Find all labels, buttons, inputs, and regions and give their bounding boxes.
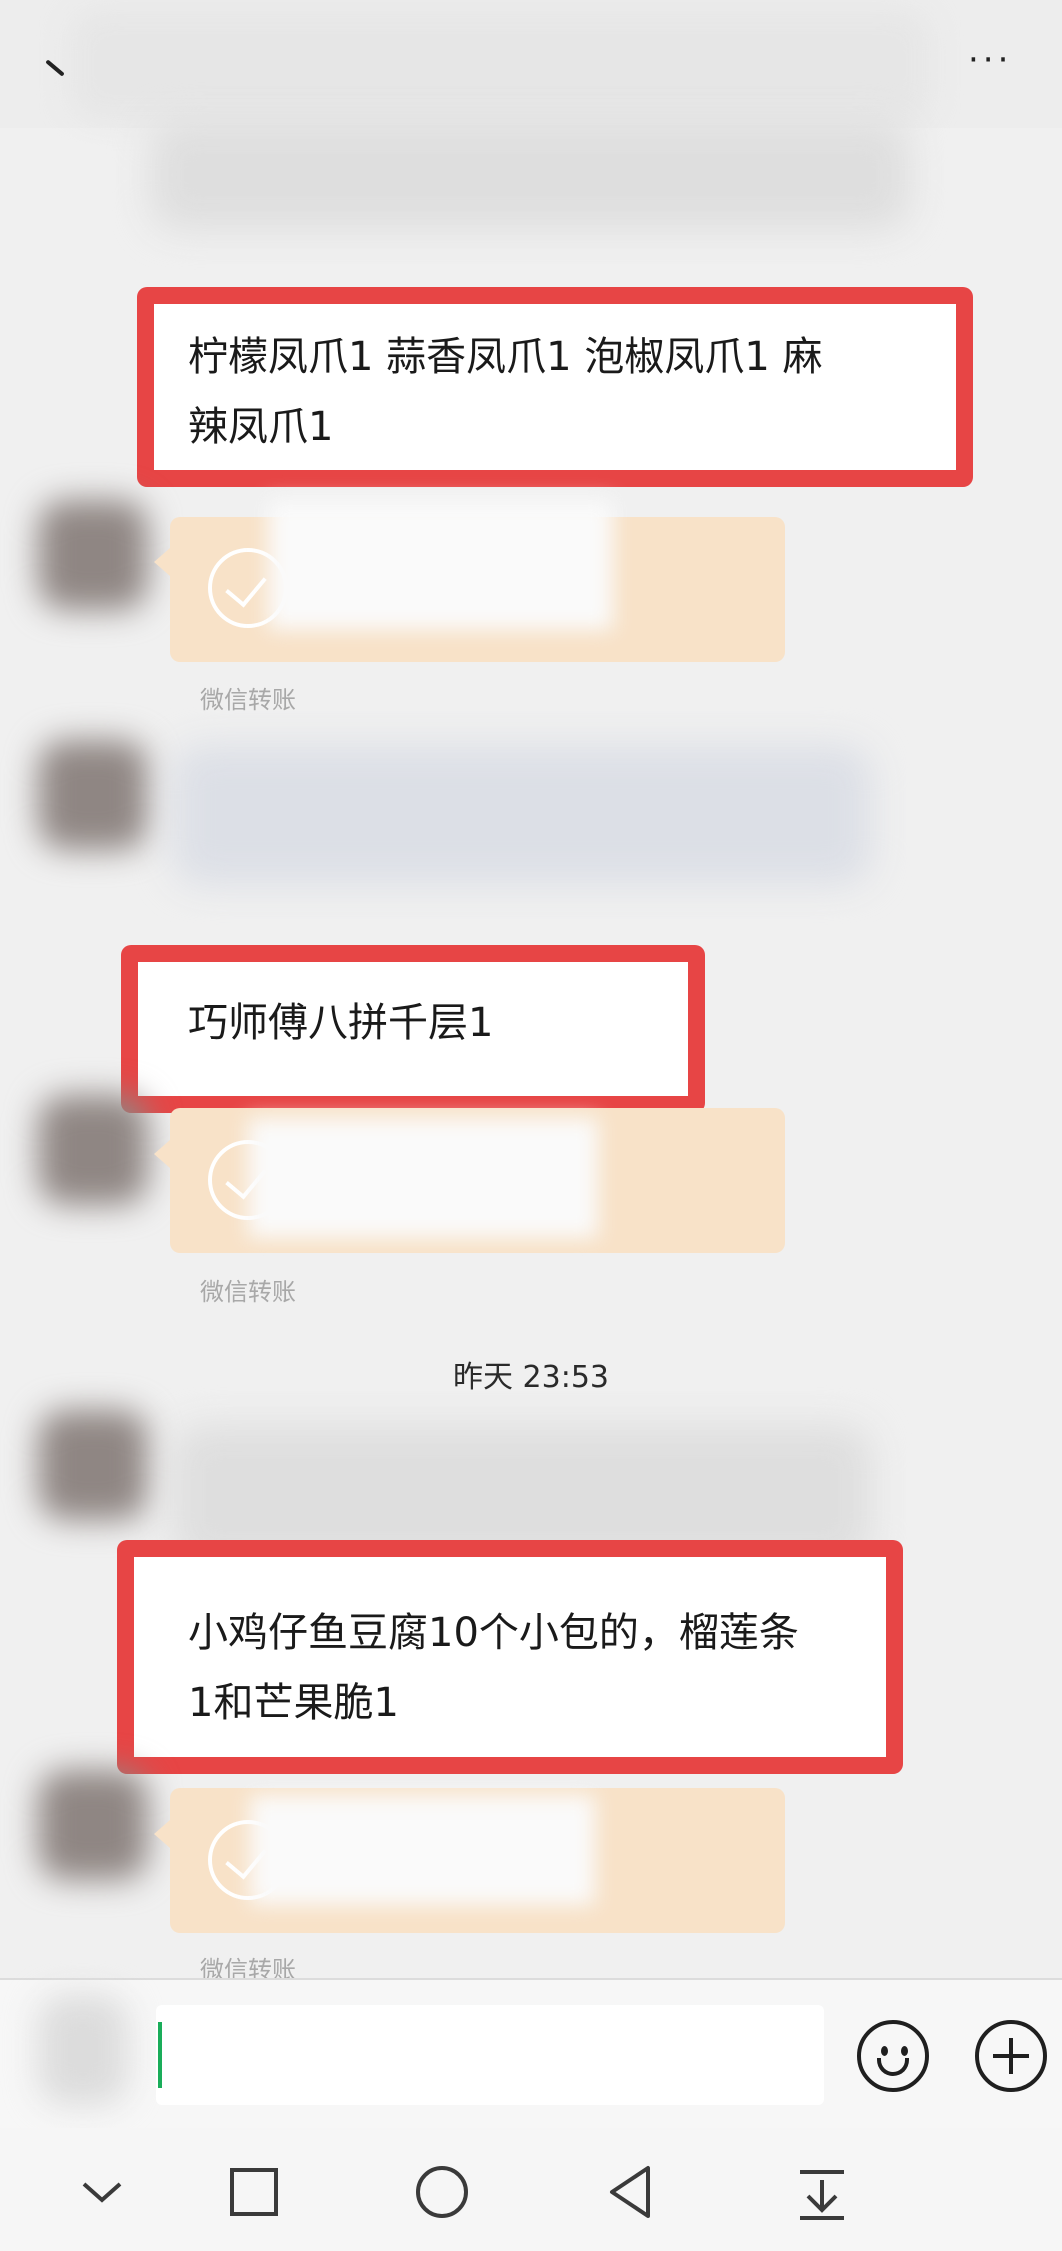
avatar[interactable] [38,740,148,850]
plus-icon[interactable] [975,2020,1047,2092]
timestamp: 昨天 23:53 [453,1360,609,1395]
triangle-back-icon[interactable] [600,2160,664,2224]
message-input[interactable] [156,2005,824,2105]
transfer-label: 微信转账 [200,686,296,714]
message-line: 柠檬凤爪1 蒜香凤爪1 泡椒凤爪1 麻 [188,334,823,380]
avatar[interactable] [38,1770,148,1880]
voice-toggle-icon[interactable] [38,1995,128,2105]
text-cursor [158,2022,162,2088]
square-icon[interactable] [222,2160,286,2224]
back-arrow-icon[interactable] [38,52,68,92]
emoji-icon[interactable] [857,2020,929,2092]
avatar[interactable] [38,1095,148,1205]
bubble-tail [154,1820,170,1848]
circle-icon[interactable] [410,2160,474,2224]
blurred-amount [248,1118,598,1238]
avatar[interactable] [38,1410,148,1520]
transfer-label: 微信转账 [200,1278,296,1306]
message-line: 小鸡仔鱼豆腐10个小包的，榴莲条 [188,1610,799,1656]
blurred-amount [268,500,613,630]
more-dots-icon[interactable]: ··· [968,40,1028,80]
bubble-tail [154,548,170,576]
avatar[interactable] [38,500,148,610]
chevron-down-icon[interactable] [70,2160,134,2224]
blurred-header-title [70,10,930,120]
blurred-message [150,120,910,230]
bubble-tail [154,1140,170,1168]
system-nav-bar [0,2128,1062,2251]
message-line: 1和芒果脆1 [188,1680,399,1726]
message-line: 辣凤爪1 [188,404,334,450]
blurred-message [172,745,872,885]
message-line: 巧师傅八拼千层1 [188,1000,494,1046]
blurred-amount [250,1795,595,1905]
download-icon[interactable] [790,2160,854,2224]
